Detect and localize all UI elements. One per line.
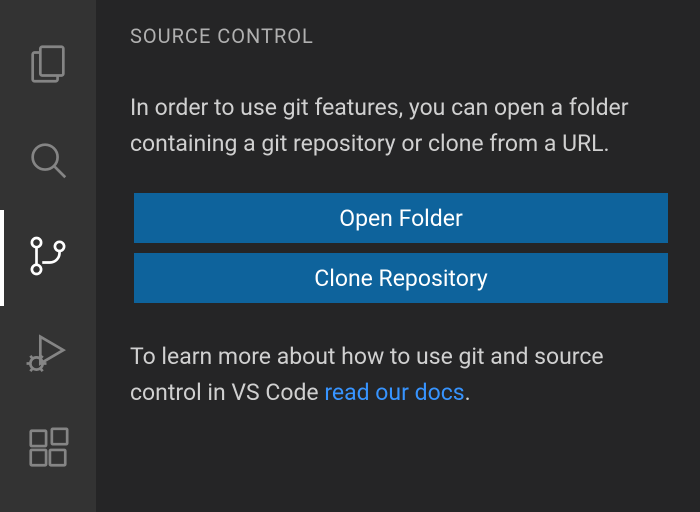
activity-search[interactable] bbox=[0, 114, 96, 210]
source-control-panel: SOURCE CONTROL In order to use git featu… bbox=[96, 0, 700, 512]
panel-learn-text: To learn more about how to use git and s… bbox=[130, 339, 668, 410]
open-folder-button[interactable]: Open Folder bbox=[134, 193, 668, 243]
activity-explorer[interactable] bbox=[0, 18, 96, 114]
extensions-icon bbox=[25, 425, 71, 475]
read-our-docs-link[interactable]: read our docs bbox=[324, 379, 464, 406]
activity-bar bbox=[0, 0, 96, 512]
learn-suffix: . bbox=[465, 379, 471, 406]
clone-repository-button[interactable]: Clone Repository bbox=[134, 253, 668, 303]
files-icon bbox=[25, 41, 71, 91]
panel-title: SOURCE CONTROL bbox=[130, 24, 668, 48]
search-icon bbox=[25, 137, 71, 187]
activity-run-debug[interactable] bbox=[0, 306, 96, 402]
vscode-window: SOURCE CONTROL In order to use git featu… bbox=[0, 0, 700, 512]
run-debug-icon bbox=[25, 329, 71, 379]
activity-source-control[interactable] bbox=[0, 210, 96, 306]
panel-intro-text: In order to use git features, you can op… bbox=[130, 90, 668, 161]
branch-icon bbox=[25, 233, 71, 283]
activity-extensions[interactable] bbox=[0, 402, 96, 498]
button-stack: Open Folder Clone Repository bbox=[130, 193, 668, 303]
